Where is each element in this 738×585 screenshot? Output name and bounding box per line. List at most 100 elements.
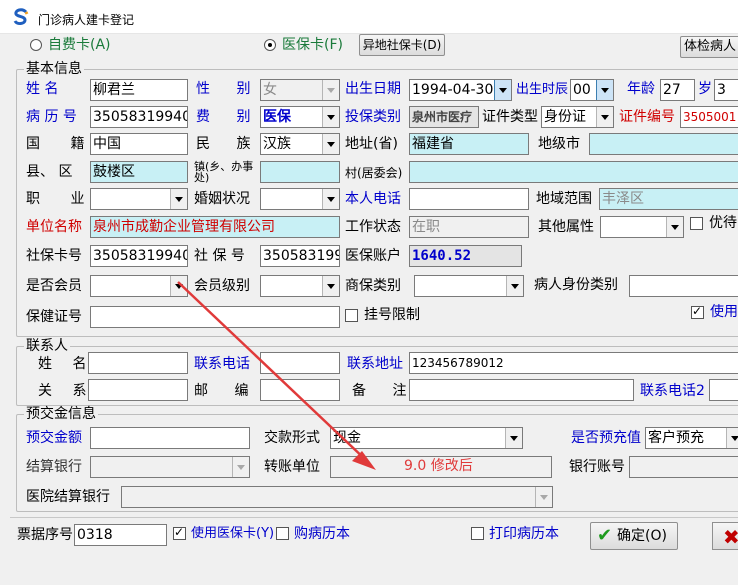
level-select[interactable]	[260, 275, 340, 297]
identity-input[interactable]	[629, 275, 738, 297]
age-extra-input[interactable]: 3	[714, 79, 738, 101]
work-label: 单位名称	[26, 219, 82, 235]
record-label: 病 历 号	[26, 109, 77, 125]
annotation-text: 9.0 修改后	[404, 458, 473, 474]
job-select[interactable]	[90, 188, 188, 210]
region-input[interactable]: 丰泽区	[599, 188, 738, 210]
checkup-button[interactable]: 体检病人	[680, 36, 738, 58]
phone2-label: 联系电话2	[640, 383, 705, 399]
health-input[interactable]	[90, 306, 340, 328]
province-input[interactable]: 福建省	[409, 133, 529, 155]
relation-input[interactable]	[88, 379, 188, 401]
fee-select[interactable]: 医保	[260, 106, 340, 128]
medical-card-label[interactable]: 医保卡(F)	[282, 37, 343, 53]
fee-label: 费 别	[196, 109, 251, 125]
account-label: 医保账户	[345, 248, 401, 264]
insured-label: 投保类别	[345, 109, 401, 125]
member-label: 是否会员	[26, 278, 82, 294]
ok-button[interactable]: ✔ 确定(O)	[590, 522, 678, 550]
close-icon: ✖	[723, 525, 738, 549]
member-select[interactable]	[90, 275, 188, 297]
commercial-label: 商保类别	[345, 278, 401, 294]
status-input[interactable]: 在职	[409, 216, 529, 238]
marital-select[interactable]	[260, 188, 340, 210]
bottom-separator	[10, 517, 738, 518]
remote-card-button[interactable]: 异地社保卡(D)	[359, 34, 445, 56]
health-label: 保健证号	[26, 309, 82, 325]
identity-label: 病人身份类别	[534, 277, 618, 293]
birth-date-picker[interactable]: 1994-04-30	[409, 79, 512, 101]
city-label: 地级市	[538, 136, 580, 152]
contact-address-input[interactable]: 123456789012	[409, 352, 738, 374]
prepay-value: 客户预充	[648, 430, 704, 446]
phone-input[interactable]	[409, 188, 529, 210]
cancel-button[interactable]: ✖	[712, 522, 738, 550]
sscard-label: 社保卡号	[26, 248, 82, 264]
city-input[interactable]	[589, 133, 738, 155]
hosp-bank-select[interactable]	[121, 486, 553, 508]
gender-label: 性 别	[196, 81, 251, 97]
work-input[interactable]: 泉州市成勤企业管理有限公司	[90, 216, 340, 238]
medical-card-radio[interactable]	[264, 39, 276, 51]
fee-value: 医保	[263, 109, 291, 125]
idno-input[interactable]: 3505001	[680, 106, 738, 128]
ssno-label: 社 保 号	[194, 248, 245, 264]
bank-account-input[interactable]	[629, 456, 738, 478]
ethnic-value: 汉族	[263, 136, 291, 152]
name-input[interactable]: 柳君兰	[90, 79, 188, 101]
town-input[interactable]	[260, 161, 340, 183]
record-input[interactable]: 350583199404	[90, 106, 188, 128]
sscard-input[interactable]: 350583199404	[90, 245, 188, 267]
zip-label: 邮 编	[194, 383, 249, 399]
buy-book-label: 购病历本	[294, 526, 350, 542]
gender-select[interactable]: 女	[260, 79, 340, 101]
phone-label: 本人电话	[345, 191, 401, 207]
bank-select[interactable]	[90, 456, 250, 478]
other-select[interactable]	[600, 216, 684, 238]
account-input: 1640.52	[409, 245, 522, 267]
use-card-label: 使用医保卡(Y)	[191, 526, 275, 541]
nation-input[interactable]: 中国	[90, 133, 188, 155]
contact-phone-input[interactable]	[260, 352, 340, 374]
app-logo-icon	[13, 8, 29, 25]
age-label: 年龄	[627, 81, 655, 97]
commercial-select[interactable]	[414, 275, 524, 297]
relation-label: 关 系	[38, 383, 87, 399]
idtype-select[interactable]: 身份证	[541, 106, 614, 128]
receipt-input[interactable]: 0318	[74, 524, 167, 546]
ssno-input[interactable]: 3505831994	[260, 245, 340, 267]
insured-input[interactable]: 泉州市医疗	[409, 106, 479, 128]
buy-book-checkbox[interactable]	[276, 527, 289, 540]
basic-info-title: 基本信息	[24, 61, 84, 77]
amount-input[interactable]	[90, 427, 250, 449]
use-checkbox[interactable]	[691, 304, 704, 319]
age-input[interactable]: 27	[660, 79, 695, 101]
county-input[interactable]: 鼓楼区	[90, 161, 188, 183]
name-label: 姓 名	[26, 81, 59, 97]
idtype-value: 身份证	[544, 109, 586, 125]
prepay-select[interactable]: 客户预充	[645, 427, 738, 449]
reg-limit-label: 挂号限制	[364, 307, 420, 323]
contact-name-input[interactable]	[88, 352, 188, 374]
county-label: 县、 区	[26, 164, 73, 180]
self-pay-radio[interactable]	[30, 39, 42, 51]
birth-time-select[interactable]: 00	[570, 79, 614, 101]
region-label: 地域范围	[536, 191, 592, 207]
use-card-checkbox[interactable]	[173, 525, 186, 540]
pay-select[interactable]: 现金	[330, 427, 523, 449]
phone2-input[interactable]	[709, 379, 738, 401]
village-input[interactable]	[409, 161, 738, 183]
title-bar: 门诊病人建卡登记	[0, 0, 738, 34]
amount-label: 预交金额	[26, 430, 82, 446]
self-pay-label[interactable]: 自费卡(A)	[48, 37, 111, 53]
print-book-checkbox[interactable]	[471, 527, 484, 540]
reg-limit-checkbox[interactable]	[345, 309, 358, 322]
birth-time-value: 00	[573, 82, 591, 98]
zip-input[interactable]	[260, 379, 340, 401]
note-input[interactable]	[409, 379, 634, 401]
ethnic-select[interactable]: 汉族	[260, 133, 340, 155]
pay-label: 交款形式	[264, 430, 320, 446]
prepay-label: 是否预充值	[571, 430, 641, 446]
priority-checkbox[interactable]	[690, 217, 703, 230]
age-unit: 岁	[698, 81, 712, 97]
